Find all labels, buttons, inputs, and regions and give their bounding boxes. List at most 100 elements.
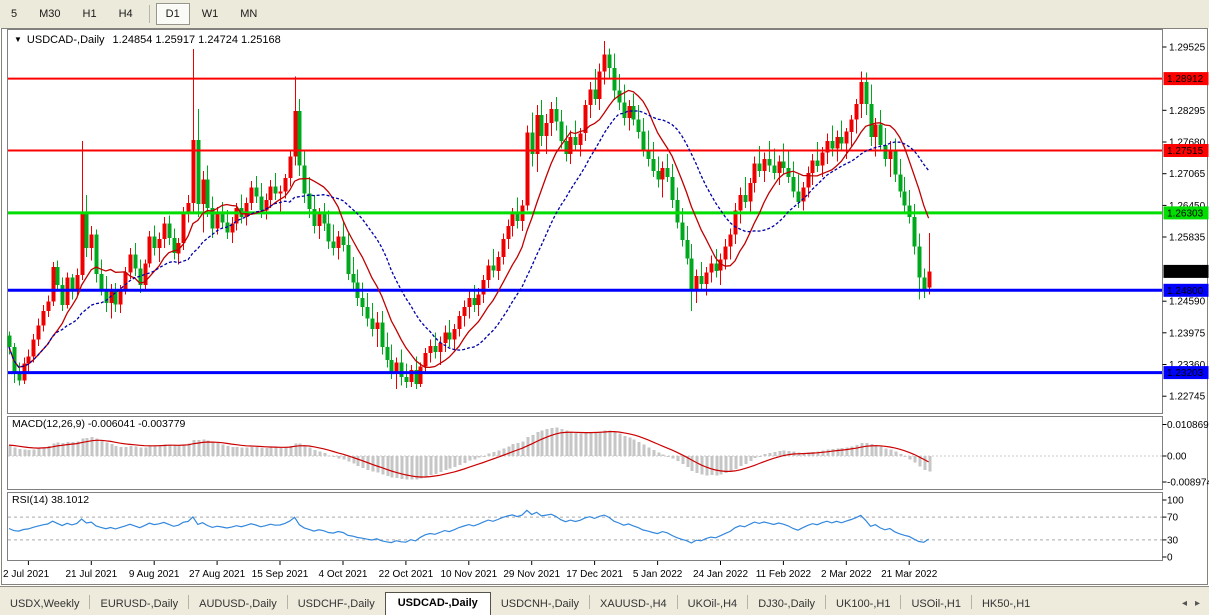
tab-usoil-h1[interactable]: USOil-,H1 bbox=[901, 594, 971, 615]
macd-bar bbox=[570, 431, 573, 456]
candle-body bbox=[250, 187, 254, 203]
candle-body bbox=[303, 166, 307, 194]
timeframe-button-H4[interactable]: H4 bbox=[109, 3, 143, 25]
macd-bar bbox=[396, 456, 399, 478]
macd-bar bbox=[822, 451, 825, 456]
tab-usdcnh-daily[interactable]: USDCNH-,Daily bbox=[491, 594, 589, 615]
timeframe-button-W1[interactable]: W1 bbox=[192, 3, 229, 25]
tab-ukoil-h4[interactable]: UKOil-,H4 bbox=[678, 594, 748, 615]
tab-usdx-weekly[interactable]: USDX,Weekly bbox=[0, 594, 89, 615]
macd-bar bbox=[653, 450, 656, 456]
macd-bar bbox=[633, 439, 636, 456]
tab-eurusd-daily[interactable]: EURUSD-,Daily bbox=[90, 594, 188, 615]
rsi-panel bbox=[8, 493, 1163, 561]
timeframe-button-H1[interactable]: H1 bbox=[73, 3, 107, 25]
tab-scroll-left-icon[interactable]: ◂ bbox=[1178, 598, 1191, 609]
tab-audusd-daily[interactable]: AUDUSD-,Daily bbox=[189, 594, 287, 615]
tab-usdchf-daily[interactable]: USDCHF-,Daily bbox=[288, 594, 385, 615]
macd-bar bbox=[193, 440, 196, 456]
macd-bar bbox=[454, 456, 457, 467]
macd-bar bbox=[280, 448, 283, 456]
macd-bar bbox=[314, 450, 317, 456]
candle-body bbox=[763, 159, 767, 171]
macd-bar bbox=[750, 456, 753, 461]
timeframe-button-5[interactable]: 5 bbox=[1, 3, 27, 25]
macd-bar bbox=[251, 447, 254, 456]
candle-body bbox=[773, 166, 777, 173]
candle-body bbox=[158, 239, 162, 248]
candle-body bbox=[700, 276, 704, 284]
candle-body bbox=[579, 133, 583, 145]
tab-scroll-right-icon[interactable]: ▸ bbox=[1191, 598, 1204, 609]
tab-uk100-h1[interactable]: UK100-,H1 bbox=[826, 594, 900, 615]
candle-body bbox=[594, 90, 598, 99]
candle-body bbox=[279, 192, 283, 194]
candle-body bbox=[386, 347, 390, 360]
macd-bar bbox=[541, 431, 544, 456]
candle-body bbox=[61, 285, 65, 305]
price-badge-1.26303: 1.26303 bbox=[1167, 208, 1204, 219]
candle-body bbox=[124, 272, 128, 289]
tab-dj30-daily[interactable]: DJ30-,Daily bbox=[748, 594, 825, 615]
price-axis-label: 1.23975 bbox=[1169, 328, 1206, 339]
candle-body bbox=[749, 183, 753, 202]
date-axis-label: 24 Jan 2022 bbox=[693, 569, 748, 580]
candle-body bbox=[666, 168, 670, 177]
candle-body bbox=[661, 168, 665, 180]
date-axis-label: 11 Feb 2022 bbox=[756, 569, 812, 580]
macd-bar bbox=[667, 456, 670, 457]
tab-hk50-h1[interactable]: HK50-,H1 bbox=[972, 594, 1040, 615]
candle-body bbox=[729, 235, 733, 247]
macd-bar bbox=[779, 451, 782, 456]
candle-body bbox=[463, 307, 467, 316]
macd-bar bbox=[929, 456, 932, 472]
candle-body bbox=[429, 346, 433, 353]
candle-body bbox=[831, 141, 835, 149]
candle-body bbox=[235, 208, 239, 224]
candle-body bbox=[453, 329, 457, 339]
tab-usdcad-daily[interactable]: USDCAD-,Daily bbox=[385, 592, 491, 615]
macd-bar bbox=[174, 445, 177, 456]
macd-bar bbox=[841, 448, 844, 456]
macd-bar bbox=[924, 456, 927, 470]
macd-bar bbox=[82, 439, 85, 457]
price-axis-label: 1.29525 bbox=[1169, 43, 1206, 54]
timeframe-button-M30[interactable]: M30 bbox=[29, 3, 70, 25]
candle-body bbox=[686, 240, 690, 259]
timeframe-button-D1[interactable]: D1 bbox=[156, 3, 190, 25]
macd-bar bbox=[319, 452, 322, 457]
macd-bar bbox=[125, 447, 128, 456]
candle-body bbox=[81, 212, 85, 275]
date-axis-label: 2 Mar 2022 bbox=[821, 569, 872, 580]
candle-body bbox=[715, 264, 719, 271]
timeframe-button-MN[interactable]: MN bbox=[230, 3, 267, 25]
macd-bar bbox=[357, 456, 360, 466]
macd-bar bbox=[774, 452, 777, 456]
macd-bar bbox=[880, 446, 883, 456]
candle-body bbox=[323, 214, 327, 223]
macd-bar bbox=[96, 438, 99, 456]
date-axis-label: 27 Aug 2021 bbox=[189, 569, 246, 580]
candle-body bbox=[395, 362, 399, 371]
macd-bar bbox=[43, 447, 46, 456]
macd-bar bbox=[440, 456, 443, 472]
chart-canvas[interactable]: 1.295251.282951.276801.270651.264501.258… bbox=[0, 28, 1209, 586]
macd-bar bbox=[614, 432, 617, 456]
candle-body bbox=[797, 192, 801, 202]
macd-bar bbox=[14, 447, 17, 456]
date-axis-label: 22 Oct 2021 bbox=[379, 569, 434, 580]
macd-bar bbox=[377, 456, 380, 473]
tab-xauusd-h4[interactable]: XAUUSD-,H4 bbox=[590, 594, 677, 615]
candle-body bbox=[690, 258, 694, 291]
macd-bar bbox=[725, 456, 728, 473]
candle-body bbox=[928, 271, 932, 287]
candle-body bbox=[836, 137, 840, 149]
macd-bar bbox=[551, 428, 554, 456]
macd-bar bbox=[261, 448, 264, 456]
macd-bar bbox=[532, 435, 535, 456]
rsi-axis-label: 70 bbox=[1167, 513, 1179, 524]
macd-axis-label: -0.008974 bbox=[1167, 478, 1209, 489]
macd-bar bbox=[546, 429, 549, 456]
macd-bar bbox=[691, 456, 694, 471]
macd-bar bbox=[599, 432, 602, 457]
